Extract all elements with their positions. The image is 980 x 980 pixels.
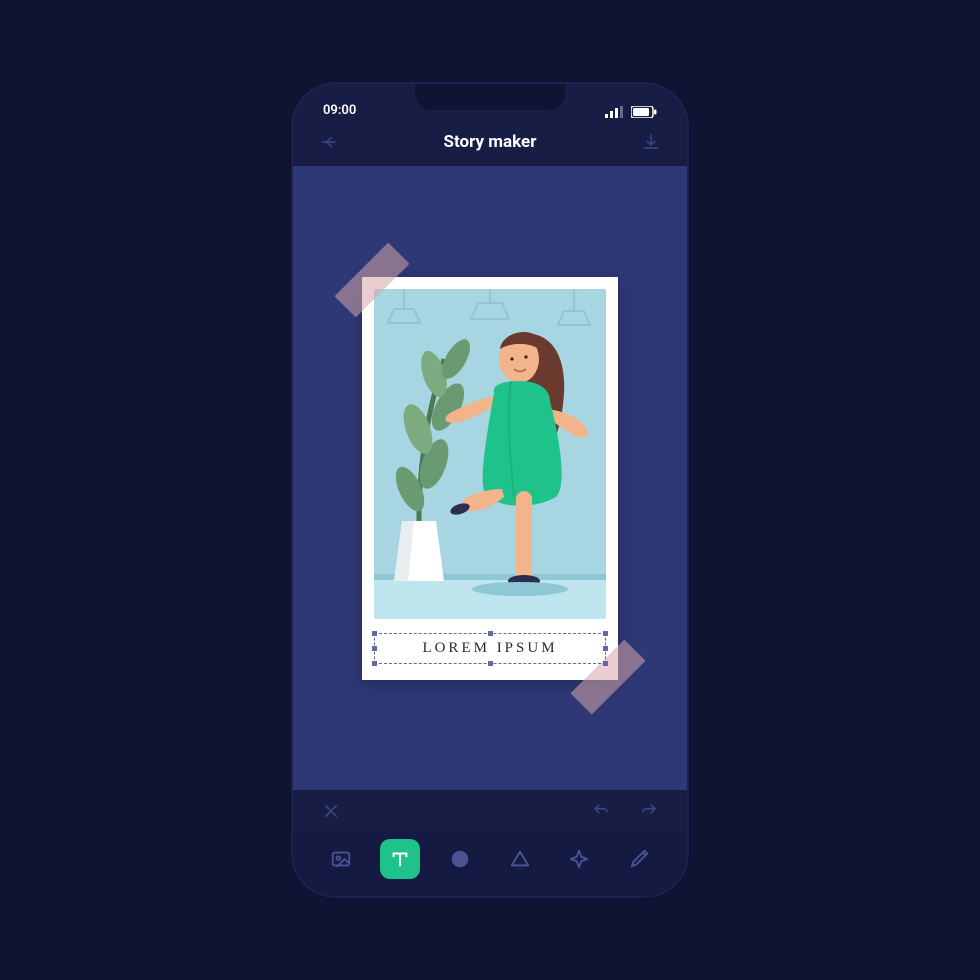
caption-text-input[interactable]: LOREM IPSUM xyxy=(374,633,606,664)
story-image[interactable] xyxy=(374,289,606,619)
tool-color-picker[interactable] xyxy=(619,839,659,879)
tool-image[interactable] xyxy=(321,839,361,879)
app-header: Story maker xyxy=(293,118,687,166)
battery-icon xyxy=(631,106,657,118)
back-button[interactable] xyxy=(315,128,343,156)
action-bar xyxy=(293,790,687,832)
status-time: 09:00 xyxy=(323,103,356,118)
polaroid-frame[interactable]: LOREM IPSUM xyxy=(362,277,618,680)
undo-button[interactable] xyxy=(587,797,615,825)
tool-text[interactable] xyxy=(380,839,420,879)
redo-button[interactable] xyxy=(635,797,663,825)
phone-frame: 09:00 Story maker xyxy=(291,82,689,898)
page-title: Story maker xyxy=(444,132,537,152)
tool-shape[interactable] xyxy=(500,839,540,879)
notch xyxy=(415,84,565,110)
tool-bar xyxy=(293,832,687,896)
tool-sticker[interactable] xyxy=(440,839,480,879)
story-canvas[interactable]: LOREM IPSUM xyxy=(293,166,687,790)
tool-effects[interactable] xyxy=(559,839,599,879)
signal-icon xyxy=(605,106,623,118)
download-button[interactable] xyxy=(637,128,665,156)
close-button[interactable] xyxy=(317,797,345,825)
caption-text: LOREM IPSUM xyxy=(422,640,557,656)
